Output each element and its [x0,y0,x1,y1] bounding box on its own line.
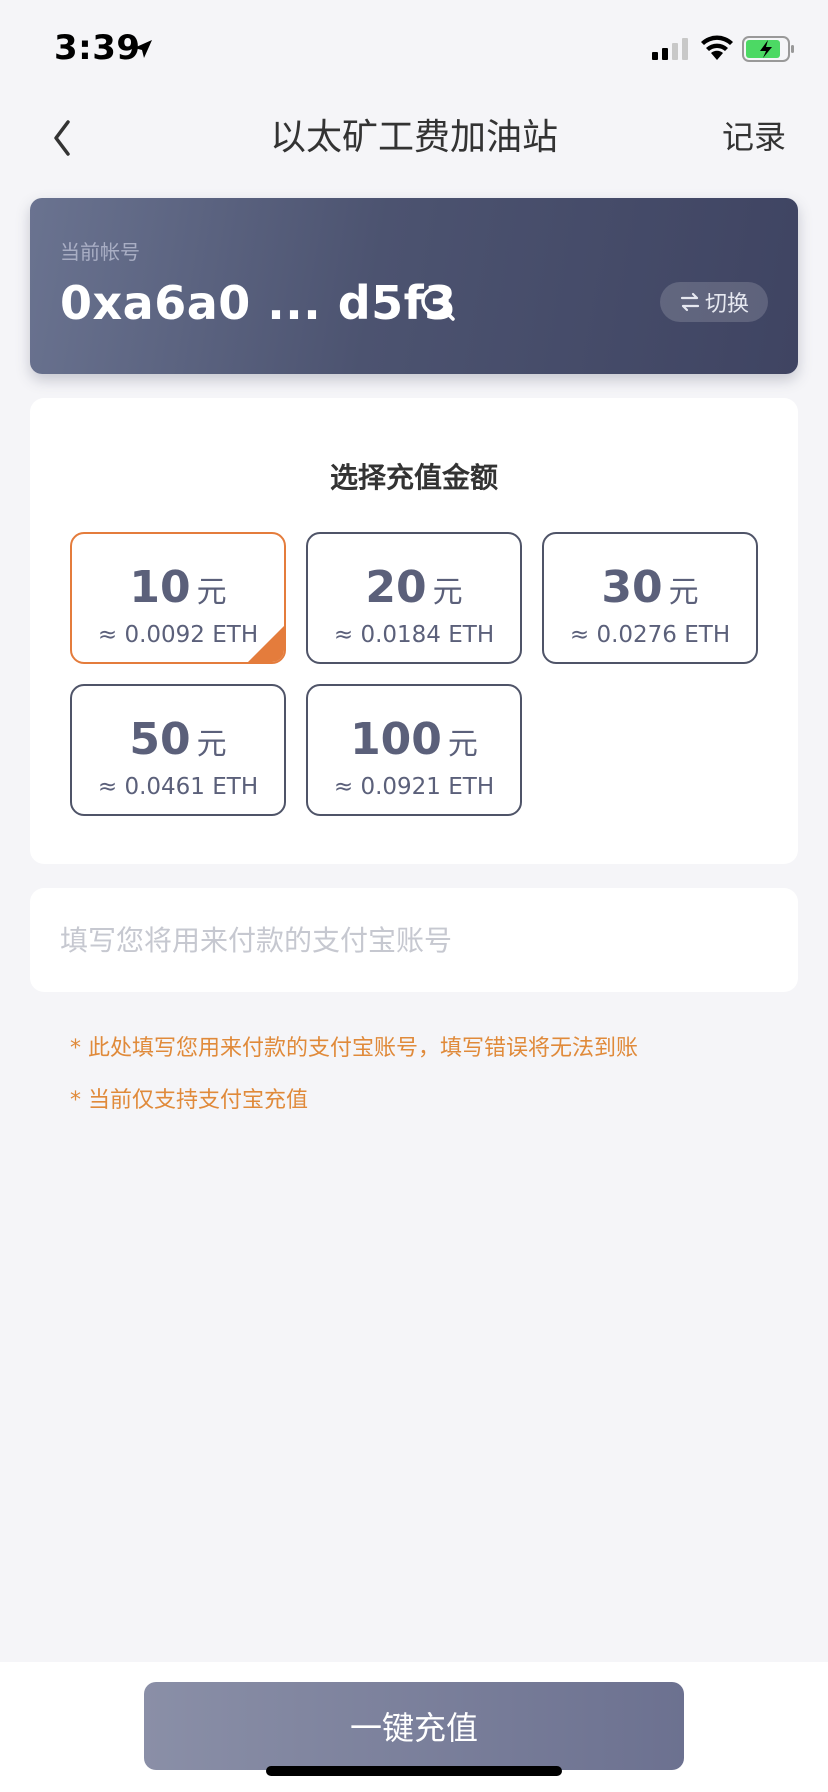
alipay-input-card [30,888,798,992]
cellular-signal-icon [652,38,688,60]
amount-value: 100 [350,714,442,765]
amount-value: 50 [129,714,191,765]
selected-corner-icon [248,626,284,662]
amount-title: 选择充值金额 [329,461,498,494]
alipay-account-input[interactable] [60,888,760,992]
recharge-button[interactable]: 一键充值 [144,1682,684,1770]
eth-equivalent: ≈ 0.0921 ETH [333,774,495,800]
note-alipay-only: * 当前仅支持支付宝充值 [70,1088,308,1113]
search-icon[interactable] [418,284,458,324]
amount-unit: 元 [432,575,463,610]
eth-equivalent: ≈ 0.0276 ETH [569,622,731,648]
switch-label: 切换 [704,292,749,317]
eth-equivalent: ≈ 0.0184 ETH [333,622,495,648]
location-arrow-icon [134,40,152,58]
amount-value: 30 [601,562,663,613]
amount-option-20[interactable]: 20 元 ≈ 0.0184 ETH [306,532,522,664]
account-address: 0xa6a0 ... d5f3 [60,276,457,330]
account-label: 当前帐号 [60,240,140,264]
battery-charging-icon [742,36,794,62]
notes: * 此处填写您用来付款的支付宝账号，填写错误将无法到账 * 当前仅支持支付宝充值 [70,1036,638,1140]
wifi-icon [701,35,733,60]
amount-option-50[interactable]: 50 元 ≈ 0.0461 ETH [70,684,286,816]
status-bar: 3:39 [0,0,828,100]
swap-arrows-icon [680,292,700,312]
eth-equivalent: ≈ 0.0461 ETH [97,774,259,800]
records-link[interactable]: 记录 [722,112,786,158]
page-title: 以太矿工费加油站 [269,117,558,158]
amount-value: 10 [129,562,191,613]
amount-option-10[interactable]: 10 元 ≈ 0.0092 ETH [70,532,286,664]
amount-card: 选择充值金额 10 元 ≈ 0.0092 ETH 20 元 ≈ 0.0184 ETH… [30,398,798,864]
amount-option-30[interactable]: 30 元 ≈ 0.0276 ETH [542,532,758,664]
amount-unit: 元 [447,727,478,762]
amount-unit: 元 [668,575,699,610]
home-indicator [266,1766,562,1776]
amount-unit: 元 [196,727,227,762]
note-alipay-account: * 此处填写您用来付款的支付宝账号，填写错误将无法到账 [70,1036,638,1061]
amount-option-100[interactable]: 100 元 ≈ 0.0921 ETH [306,684,522,816]
account-card: 当前帐号 0xa6a0 ... d5f3 切换 [30,198,798,374]
amount-unit: 元 [196,575,227,610]
amount-value: 20 [365,562,427,613]
status-time: 3:39 [54,28,141,68]
switch-account-button[interactable]: 切换 [660,282,768,322]
